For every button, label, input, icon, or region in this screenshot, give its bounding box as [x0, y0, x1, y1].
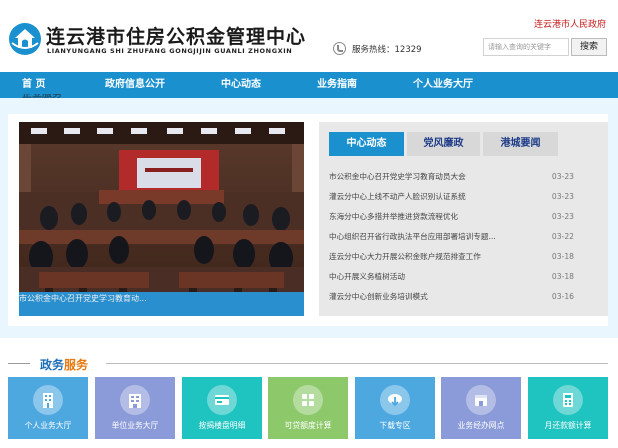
section-title-services: 政务服务	[40, 358, 89, 372]
section-divider-left	[8, 363, 30, 364]
service-label: 单位业务大厅	[111, 421, 159, 430]
slider-caption[interactable]: 市公积金中心召开党史学习教育动...	[19, 292, 304, 316]
service-label: 下载专区	[379, 421, 411, 430]
news-title[interactable]: 东海分中心多措并举推进贷款流程优化	[329, 208, 458, 226]
site-title-pinyin: LIANYUNGANG SHI ZHUFANG GONGJIJIN GUANLI…	[47, 47, 293, 55]
nav-business-guide[interactable]: 业务指南	[317, 72, 357, 98]
news-item[interactable]: 市公积金中心召开党史学习教育动员大会 03-23	[329, 168, 574, 186]
site-header: 连云港市住房公积金管理中心 LIANYUNGANG SHI ZHUFANG GO…	[0, 0, 618, 72]
service-label: 可贷额度计算	[284, 421, 332, 430]
news-item[interactable]: 中心开展义务植树活动 03-18	[329, 268, 574, 286]
news-item[interactable]: 灌云分中心上线不动产人脸识别认证系统 03-23	[329, 188, 574, 206]
news-title[interactable]: 连云分中心大力开展公积金账户规范排查工作	[329, 248, 481, 266]
hotline-text: 服务热线：12329	[352, 44, 422, 55]
service-tile-branches[interactable]: 业务经办网点	[441, 377, 521, 439]
logo-icon[interactable]	[8, 22, 42, 56]
news-title[interactable]: 灌云分中心创新业务培训模式	[329, 288, 428, 306]
news-date: 03-22	[551, 232, 574, 241]
card-icon	[207, 385, 237, 415]
news-date: 03-23	[551, 172, 574, 181]
service-hotline: 服务热线：12329	[333, 42, 422, 55]
tab-city-news[interactable]: 港城要闻	[483, 132, 558, 156]
news-item[interactable]: 连云分中心大力开展公积金账户规范排查工作 03-18	[329, 248, 574, 266]
gov-portal-link[interactable]: 连云港市人民政府	[534, 17, 606, 30]
news-title[interactable]: 市公积金中心召开党史学习教育动员大会	[329, 168, 466, 186]
download-icon	[380, 385, 410, 415]
service-tile-repay-calc[interactable]: 月还款额计算	[528, 377, 608, 439]
news-item[interactable]: 灌云分中心创新业务培训模式 03-16	[329, 288, 574, 306]
main-nav: 首 页 政府信息公开 中心动态 业务指南 个人业务大厅	[0, 72, 618, 98]
news-item[interactable]: 中心组织召开省行政执法平台应用部署培训专题... 03-22	[329, 228, 574, 246]
tab-integrity[interactable]: 党风廉政	[407, 132, 480, 156]
grid-icon	[293, 385, 323, 415]
news-title[interactable]: 中心开展义务植树活动	[329, 268, 405, 286]
office-icon	[120, 385, 150, 415]
calculator-icon	[553, 385, 583, 415]
service-tile-downloads[interactable]: 下载专区	[355, 377, 435, 439]
news-title[interactable]: 中心组织召开省行政执法平台应用部署培训专题...	[329, 228, 496, 246]
news-date: 03-18	[551, 272, 574, 281]
service-tile-unit-hall[interactable]: 单位业务大厅	[95, 377, 175, 439]
service-label: 月还款额计算	[544, 421, 592, 430]
news-date: 03-23	[551, 212, 574, 221]
nav-gov-info[interactable]: 政府信息公开	[105, 72, 165, 98]
news-date: 03-16	[551, 292, 574, 301]
site-title[interactable]: 连云港市住房公积金管理中心	[46, 22, 306, 49]
location-icon	[466, 385, 496, 415]
news-slider-image[interactable]	[19, 122, 304, 316]
news-date: 03-23	[551, 192, 574, 201]
section-divider-right	[106, 363, 608, 364]
phone-icon	[333, 42, 346, 55]
news-title[interactable]: 灌云分中心上线不动产人脸识别认证系统	[329, 188, 466, 206]
nav-center-news[interactable]: 中心动态	[221, 72, 261, 98]
news-item[interactable]: 东海分中心多措并举推进贷款流程优化 03-23	[329, 208, 574, 226]
search-button[interactable]: 搜索	[571, 38, 607, 56]
service-tile-personal-hall[interactable]: 个人业务大厅	[8, 377, 88, 439]
service-label: 按揭楼盘明细	[198, 421, 246, 430]
news-date: 03-18	[551, 252, 574, 261]
building-icon	[33, 385, 63, 415]
nav-personal-hall[interactable]: 个人业务大厅	[413, 72, 473, 98]
service-label: 个人业务大厅	[24, 421, 72, 430]
service-label: 业务经办网点	[457, 421, 505, 430]
tab-center-news[interactable]: 中心动态	[329, 132, 404, 156]
service-tile-loan-calc[interactable]: 可贷额度计算	[268, 377, 348, 439]
search-input[interactable]: 请输入查询的关键字	[483, 38, 569, 56]
service-tile-mortgage-list[interactable]: 按揭楼盘明细	[182, 377, 262, 439]
